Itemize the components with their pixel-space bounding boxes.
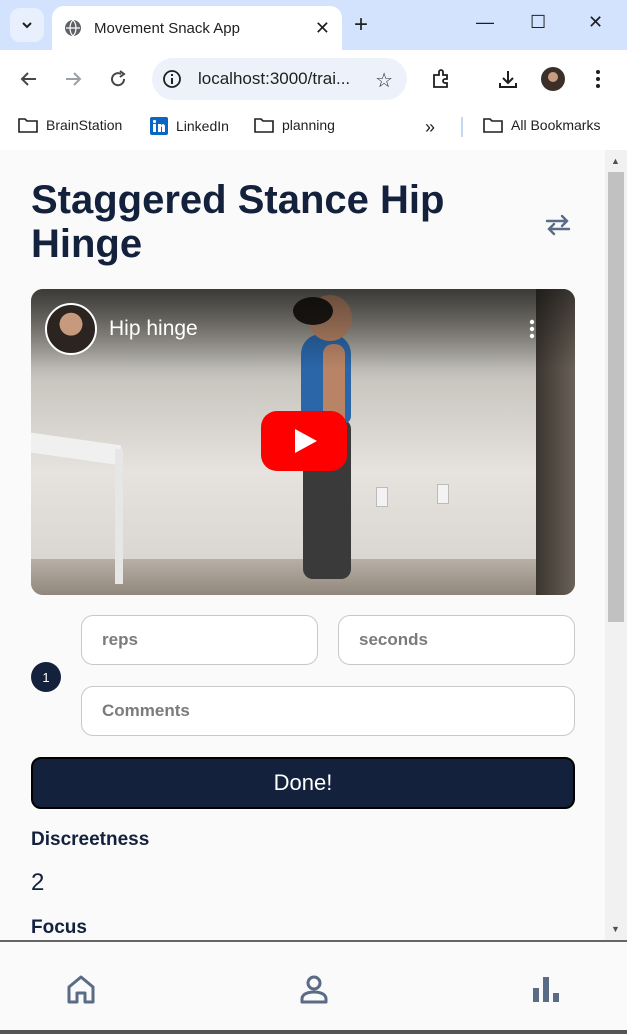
bottom-nav	[0, 940, 627, 1030]
set-number-badge: 1	[31, 662, 61, 692]
tab-strip: Movement Snack App ✕ + — ☐ ✕	[0, 0, 627, 50]
reload-icon[interactable]	[105, 66, 131, 92]
linkedin-icon	[150, 117, 168, 135]
maximize-icon[interactable]: ☐	[530, 12, 546, 33]
bookmarks-bar: BrainStation LinkedIn planning » All Boo…	[0, 108, 627, 148]
reps-input[interactable]: reps	[81, 615, 318, 665]
comments-input[interactable]: Comments	[81, 686, 575, 736]
globe-icon	[65, 19, 81, 37]
bookmark-brainstation[interactable]: BrainStation	[18, 117, 122, 133]
tab-title: Movement Snack App	[94, 19, 240, 37]
channel-avatar[interactable]	[45, 303, 97, 355]
download-icon[interactable]	[495, 66, 521, 92]
info-icon[interactable]	[162, 69, 182, 89]
stat-label-discreetness: Discreetness	[31, 829, 150, 850]
done-button[interactable]: Done!	[31, 757, 575, 809]
swap-icon[interactable]	[543, 210, 573, 240]
bookmark-divider	[461, 117, 463, 137]
more-vert-icon[interactable]	[529, 319, 535, 339]
bookmark-label: planning	[282, 117, 335, 133]
overflow-chevrons-icon[interactable]: »	[425, 117, 435, 138]
video-title[interactable]: Hip hinge	[109, 317, 198, 341]
chevron-down-icon	[22, 22, 32, 29]
tab-search-button[interactable]	[10, 8, 44, 42]
more-vert-icon[interactable]	[585, 66, 611, 92]
page-content: Staggered Stance Hip Hinge Hip hinge 1 r…	[0, 150, 605, 940]
window-bottom-edge	[0, 1030, 627, 1034]
scroll-up-icon[interactable]: ▲	[611, 156, 620, 166]
play-icon[interactable]	[261, 411, 347, 471]
address-bar[interactable]: localhost:3000/trai... ☆	[152, 58, 407, 100]
scrollbar-thumb[interactable]	[608, 172, 624, 622]
stats-icon[interactable]	[529, 972, 563, 1006]
bookmark-linkedin[interactable]: LinkedIn	[150, 117, 229, 135]
minimize-icon[interactable]: —	[476, 12, 494, 33]
bookmark-label: BrainStation	[46, 117, 123, 133]
stat-value-discreetness: 2	[31, 869, 45, 896]
browser-toolbar: localhost:3000/trai... ☆	[0, 50, 627, 108]
scroll-down-icon[interactable]: ▼	[611, 924, 620, 934]
url-text[interactable]: localhost:3000/trai...	[198, 69, 350, 89]
seconds-input[interactable]: seconds	[338, 615, 575, 665]
plus-icon[interactable]: +	[354, 11, 368, 39]
profile-icon[interactable]	[297, 972, 331, 1006]
scrollbar[interactable]: ▲ ▼	[605, 150, 627, 940]
bookmark-label: All Bookmarks	[511, 117, 601, 133]
star-icon[interactable]: ☆	[375, 68, 393, 93]
bookmark-label: LinkedIn	[176, 118, 229, 134]
profile-avatar[interactable]	[540, 66, 566, 92]
browser-tab[interactable]: Movement Snack App ✕	[52, 6, 342, 50]
forward-icon[interactable]	[60, 66, 86, 92]
bookmark-planning[interactable]: planning	[254, 117, 335, 133]
extensions-icon[interactable]	[428, 66, 454, 92]
browser-window: Movement Snack App ✕ + — ☐ ✕ localhost:3…	[0, 0, 627, 1034]
video-player[interactable]: Hip hinge	[31, 289, 575, 595]
stat-label-focus: Focus	[31, 917, 87, 938]
video-table-leg	[115, 449, 123, 584]
folder-icon	[483, 118, 503, 133]
home-icon[interactable]	[64, 972, 98, 1006]
folder-icon	[254, 118, 274, 133]
close-window-icon[interactable]: ✕	[588, 12, 603, 33]
page-title: Staggered Stance Hip Hinge	[31, 178, 445, 266]
folder-icon	[18, 118, 38, 133]
video-outlet	[437, 484, 449, 504]
close-icon[interactable]: ✕	[315, 18, 330, 39]
video-outlet	[376, 487, 388, 507]
bookmark-all[interactable]: All Bookmarks	[483, 117, 600, 133]
back-icon[interactable]	[16, 66, 42, 92]
